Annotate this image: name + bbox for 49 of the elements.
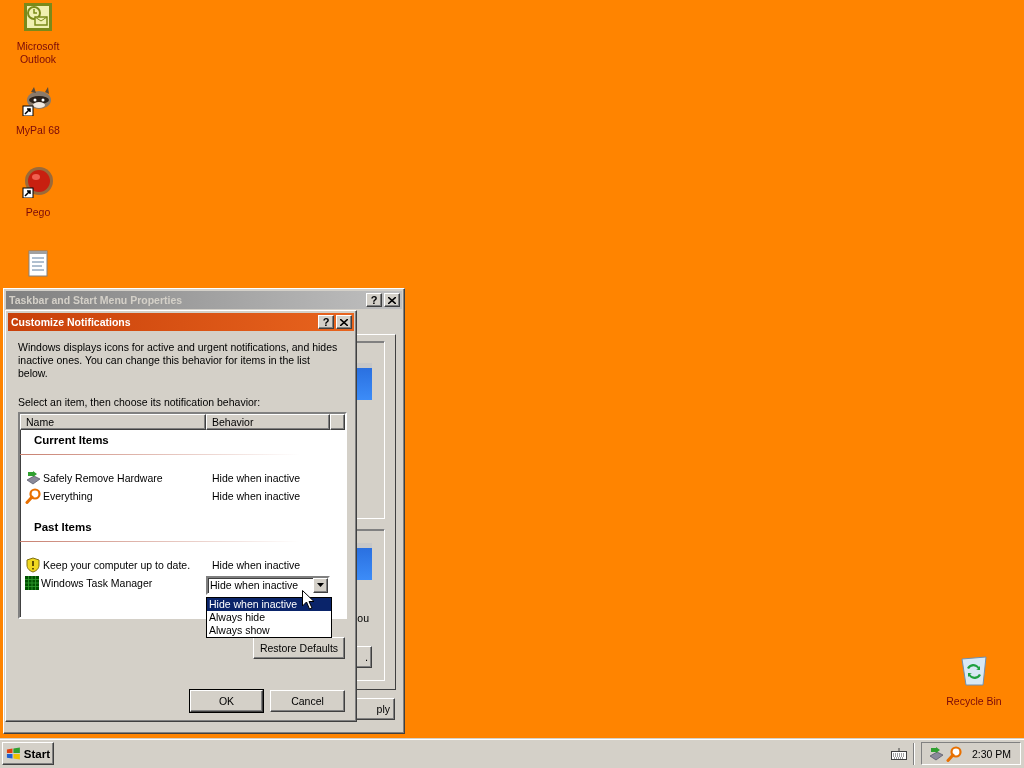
close-button[interactable] [384,293,400,307]
behavior-text: Hide when inactive [211,559,301,571]
cancel-button[interactable]: Cancel [270,690,345,712]
recycle-bin-icon[interactable] [959,655,989,687]
keyboard-icon[interactable] [891,747,907,760]
prompt-text: Select an item, then choose its notification behavior: [18,396,262,409]
magnifier-icon [25,488,41,504]
grid-icon [25,576,39,590]
notepad-icon[interactable] [26,248,50,280]
item-name[interactable]: Everything [43,490,93,502]
item-name[interactable]: Safely Remove Hardware [43,472,163,484]
hardware-icon [928,745,944,762]
magnifier-icon [946,745,962,762]
close-icon [388,296,396,304]
icon-label: Microsoft Outlook [15,40,61,66]
item-name[interactable]: Windows Task Manager [41,577,153,589]
group-title: Current Items [33,433,110,448]
icon-label: Pego [24,206,52,219]
help-button[interactable]: ? [318,315,334,329]
caret-icon [317,583,324,587]
column-header[interactable]: Name [20,414,206,430]
restore-defaults-button[interactable]: Restore Defaults [253,637,345,659]
behavior-text: Hide when inactive [211,472,301,484]
hardware-icon [25,470,41,486]
dialog-title: Customize Notifications [11,316,132,328]
clock: 2:30 PM [971,747,1011,760]
dropdown-option[interactable]: Hide when inactive [207,597,331,611]
ok-button[interactable]: OK [190,690,263,712]
dropdown-option[interactable]: Always show [207,623,331,637]
partial-text: ou [357,612,369,624]
window-title: Taskbar and Start Menu Properties [9,294,184,306]
item-name[interactable]: Keep your computer up to date. [43,559,191,571]
ball-icon[interactable] [22,166,54,198]
intro-text: Windows displays icons for active and urgent notifications, and hides inactive ones. You can change this behavior for items in the list below. [18,341,339,380]
help-button[interactable]: ? [366,293,382,307]
outlook-icon[interactable] [23,2,53,32]
icon-label: Recycle Bin [945,695,1003,708]
column-header[interactable] [330,414,345,430]
column-header[interactable]: Behavior [206,414,330,430]
shield-icon [25,557,41,573]
windows-logo-icon [6,746,21,761]
group-title: Past Items [33,520,93,535]
icon-label: MyPal 68 [15,124,61,137]
dropdown-arrow-button[interactable] [313,577,328,593]
start-button[interactable]: Start [2,742,54,765]
behavior-text: Hide when inactive [211,490,301,502]
close-icon [340,318,348,326]
close-button[interactable] [336,315,352,329]
dropdown-option[interactable]: Always hide [207,610,331,624]
